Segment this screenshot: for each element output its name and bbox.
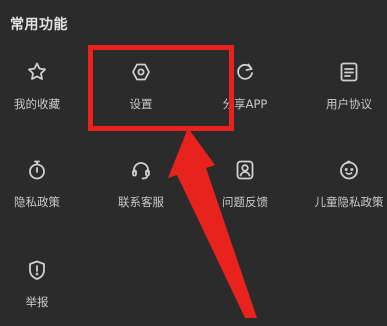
child-privacy-label: 儿童隐私政策 (314, 195, 384, 209)
headset-icon (127, 156, 155, 184)
child-face-icon (335, 156, 363, 184)
section-title: 常用功能 (10, 17, 68, 33)
stopwatch-icon (23, 156, 51, 184)
star-icon (23, 58, 51, 86)
feedback-button[interactable]: 问题反馈 (197, 156, 293, 226)
privacy-policy-label: 隐私政策 (14, 195, 60, 209)
child-privacy-button[interactable]: 儿童隐私政策 (301, 156, 387, 226)
privacy-policy-button[interactable]: 隐私政策 (0, 156, 85, 226)
favorites-label: 我的收藏 (14, 97, 60, 111)
annotation-highlight-box (88, 45, 234, 131)
contact-support-button[interactable]: 联系客服 (93, 156, 189, 226)
user-card-icon (231, 156, 259, 184)
feedback-label: 问题反馈 (222, 195, 268, 209)
share-refresh-icon (231, 58, 259, 86)
user-agreement-label: 用户协议 (326, 97, 372, 111)
report-button[interactable]: 举报 (0, 256, 85, 326)
contact-support-label: 联系客服 (118, 195, 164, 209)
user-agreement-button[interactable]: 用户协议 (301, 58, 387, 128)
favorites-button[interactable]: 我的收藏 (0, 58, 85, 128)
shield-alert-icon (23, 256, 51, 284)
document-icon (335, 58, 363, 86)
report-label: 举报 (25, 295, 49, 309)
